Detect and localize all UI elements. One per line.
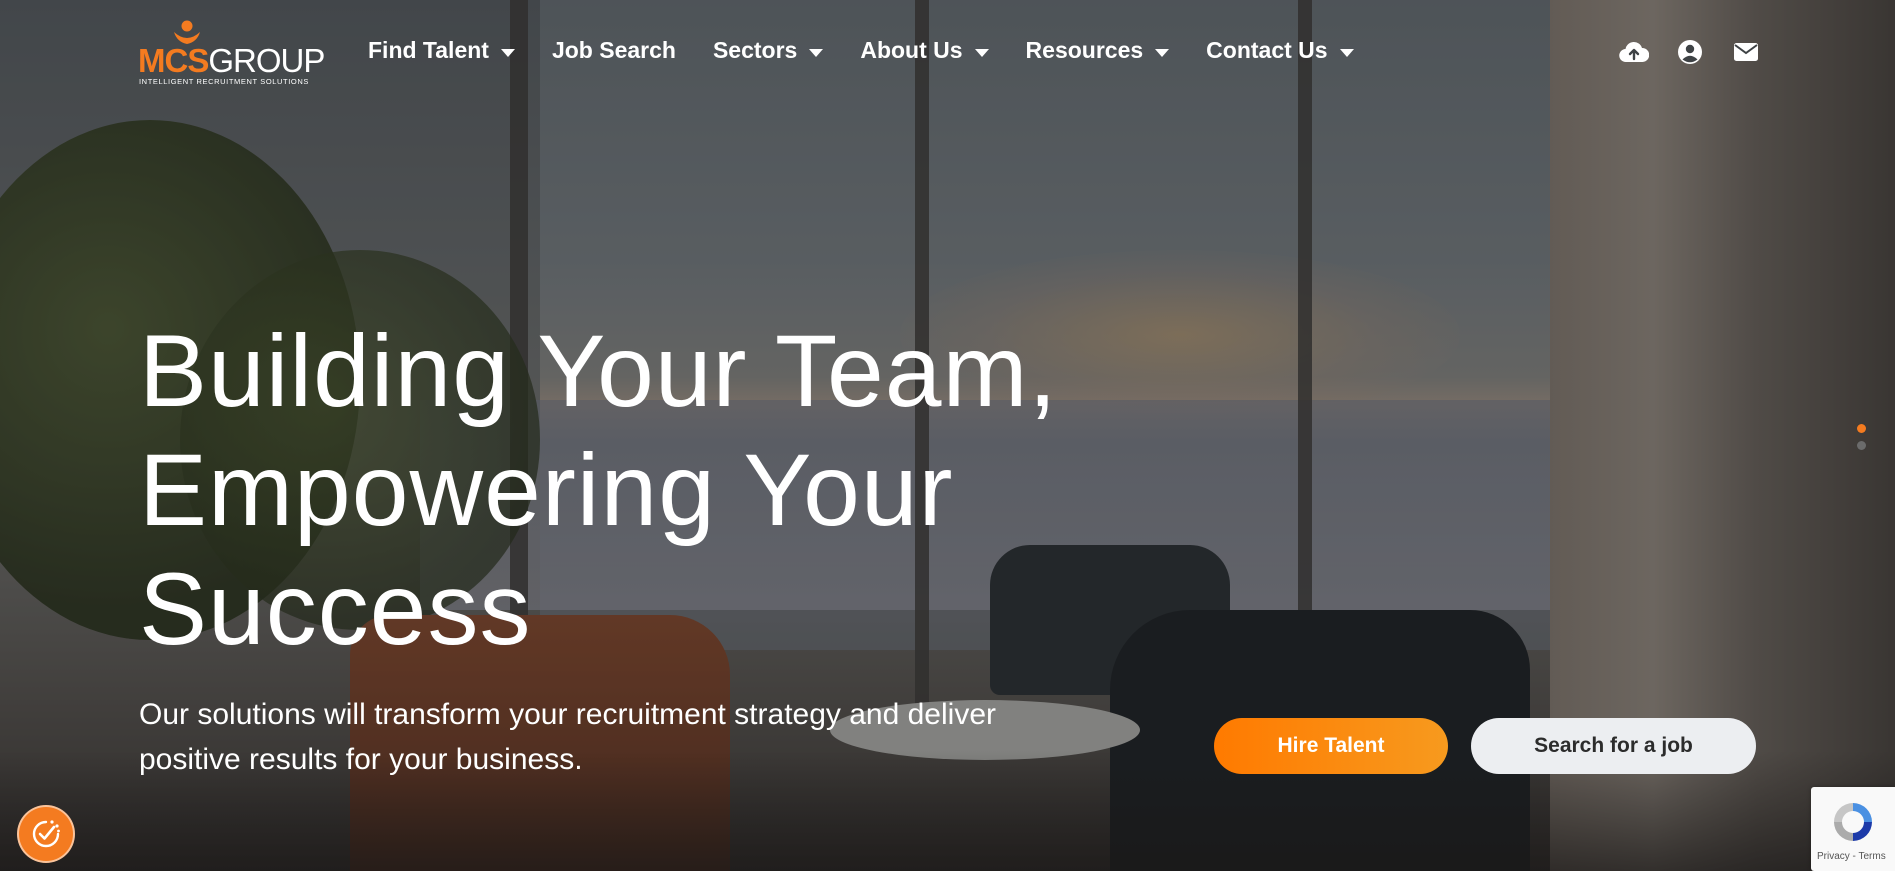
- envelope-icon[interactable]: [1731, 38, 1761, 66]
- user-circle-icon[interactable]: [1675, 38, 1705, 66]
- slider-dot[interactable]: [1857, 441, 1866, 450]
- subtext-line: Our solutions will transform your recrui…: [139, 698, 996, 731]
- hero-subtext: Our solutions will transform your recrui…: [139, 692, 1139, 782]
- nav-item-about-us[interactable]: About Us: [860, 37, 989, 64]
- hero-headline: Building Your Team, Empowering Your Succ…: [139, 312, 1239, 669]
- caret-down-icon: [974, 48, 989, 57]
- caret-down-icon: [809, 48, 824, 57]
- cloud-upload-icon[interactable]: [1619, 38, 1649, 66]
- subtext-line: positive results for your business.: [139, 743, 583, 776]
- logo-group: GROUP: [208, 42, 325, 79]
- logo-tagline: INTELLIGENT RECRUITMENT SOLUTIONS: [139, 77, 309, 86]
- nav-item-label: About Us: [860, 37, 963, 63]
- headline-line: Empowering Your: [139, 433, 954, 547]
- recaptcha-icon: [1834, 803, 1872, 841]
- slider-dot-active[interactable]: [1857, 424, 1866, 433]
- search-job-button[interactable]: Search for a job: [1471, 718, 1756, 774]
- cookie-consent-button[interactable]: [17, 805, 75, 863]
- caret-down-icon: [500, 48, 515, 57]
- headline-line: Success: [139, 552, 532, 666]
- nav-item-label: Sectors: [712, 37, 798, 63]
- nav-item-resources[interactable]: Resources: [1026, 37, 1170, 64]
- cookie-consent-icon: [32, 820, 60, 848]
- caret-down-icon: [1339, 48, 1354, 57]
- logo-mcs: MCS: [138, 42, 209, 79]
- slider-pagination: [1857, 424, 1866, 458]
- nav-item-contact-us[interactable]: Contact Us: [1206, 37, 1354, 64]
- recaptcha-links[interactable]: Privacy - Terms: [1817, 851, 1886, 862]
- hire-talent-button[interactable]: Hire Talent: [1214, 718, 1448, 774]
- nav-item-label: Contact Us: [1206, 37, 1328, 63]
- headline-line: Building Your Team,: [139, 314, 1058, 428]
- site-logo[interactable]: MCSGROUP INTELLIGENT RECRUITMENT SOLUTIO…: [138, 20, 325, 90]
- nav-item-job-search[interactable]: Job Search: [552, 37, 676, 64]
- nav-item-label: Job Search: [551, 37, 676, 63]
- nav-item-label: Resources: [1025, 37, 1144, 63]
- recaptcha-badge[interactable]: Privacy - Terms: [1811, 787, 1895, 871]
- nav-item-sectors[interactable]: Sectors: [712, 37, 824, 64]
- caret-down-icon: [1155, 48, 1170, 57]
- nav-item-label: Find Talent: [368, 37, 489, 63]
- logo-wordmark: MCSGROUP: [138, 42, 325, 79]
- main-nav: Find Talent Job Search Sectors About Us …: [368, 37, 1391, 64]
- header-icons: [1593, 38, 1761, 66]
- nav-item-find-talent[interactable]: Find Talent: [368, 37, 515, 64]
